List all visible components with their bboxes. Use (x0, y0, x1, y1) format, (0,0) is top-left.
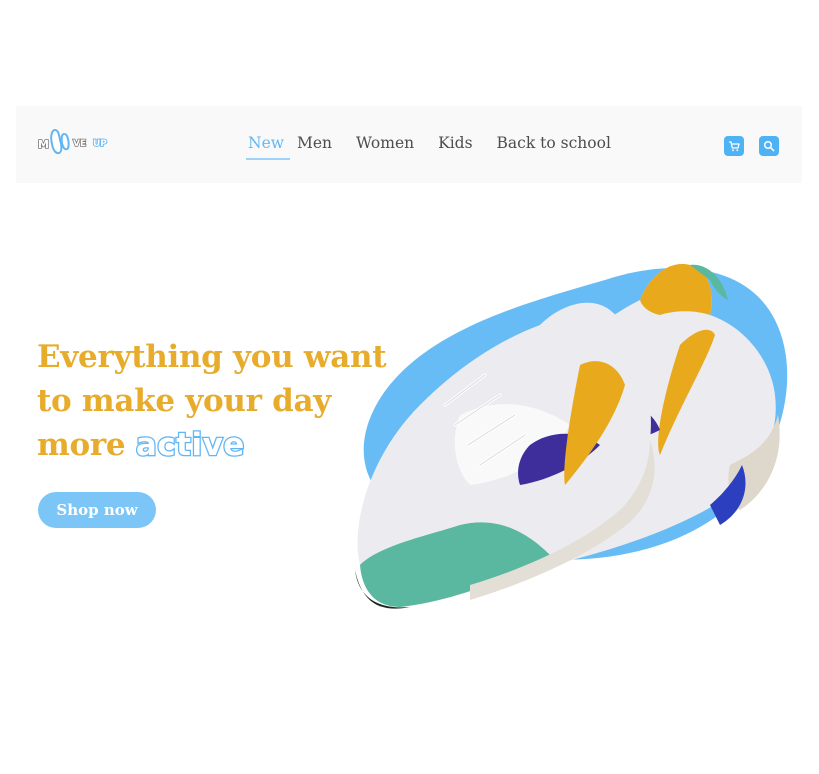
nav-item-new[interactable]: New (246, 134, 291, 160)
hero-sneakers-image (355, 264, 780, 609)
search-button[interactable] (759, 136, 779, 156)
hero-highlight-word: active (135, 426, 246, 465)
hero-headline-prefix: more (37, 427, 126, 463)
front-sneaker (355, 302, 655, 609)
main-nav: New Men Women Kids Back to school (246, 106, 635, 183)
brand-logo[interactable]: M VE UP (38, 124, 122, 160)
nav-item-back-to-school[interactable]: Back to school (497, 134, 611, 155)
svg-text:UP: UP (93, 139, 107, 149)
svg-text:VE: VE (73, 139, 86, 149)
nav-item-men[interactable]: Men (297, 134, 332, 155)
cart-button[interactable] (724, 136, 744, 156)
site-header: M VE UP New Men Women Kids Back to schoo… (16, 106, 802, 183)
cart-icon (728, 137, 740, 156)
svg-text:M: M (38, 138, 49, 151)
nav-item-kids[interactable]: Kids (438, 134, 472, 155)
shop-now-button[interactable]: Shop now (38, 492, 156, 528)
search-icon (763, 137, 775, 156)
nav-item-women[interactable]: Women (356, 134, 414, 155)
